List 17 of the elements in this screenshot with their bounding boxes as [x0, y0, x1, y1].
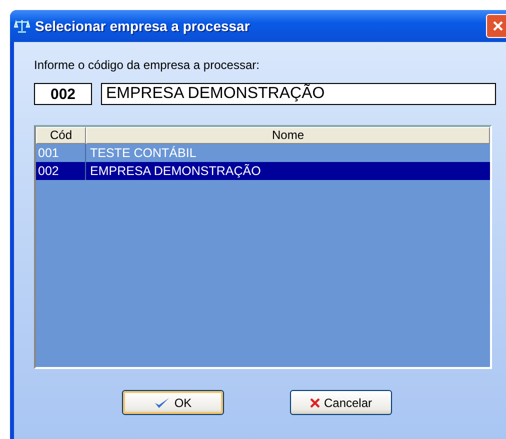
prompt-label: Informe o código da empresa a processar: [34, 58, 260, 72]
window-title: Selecionar empresa a processar [35, 18, 251, 34]
name-field[interactable]: EMPRESA DEMONSTRAÇÃO [101, 83, 496, 105]
checkmark-icon [154, 396, 170, 408]
close-button[interactable] [486, 14, 506, 38]
table-row[interactable]: 002 EMPRESA DEMONSTRAÇÃO [36, 162, 490, 180]
close-icon [492, 20, 504, 32]
column-header[interactable]: Cód [36, 127, 86, 144]
table-cell: 002 [36, 162, 86, 180]
column-header[interactable]: Nome [86, 127, 490, 144]
code-field[interactable]: 002 [34, 83, 92, 105]
scales-icon [14, 19, 30, 33]
close-icon [310, 398, 320, 408]
ok-button[interactable]: OK [122, 390, 224, 415]
table-cell-text: EMPRESA DEMONSTRAÇÃO [89, 163, 262, 180]
cancel-button[interactable]: Cancelar [290, 390, 392, 415]
table-cell-text: TESTE CONTÁBIL [89, 145, 198, 162]
